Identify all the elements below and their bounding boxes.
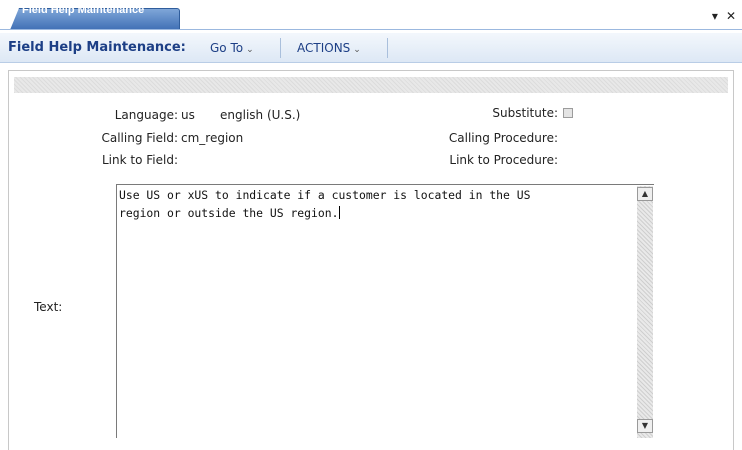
- text-cursor: [339, 206, 341, 219]
- substitute-label: Substitute:: [492, 106, 558, 120]
- panel-header-bar: [14, 77, 728, 93]
- help-text-content[interactable]: Use US or xUS to indicate if a customer …: [119, 186, 635, 222]
- goto-menu[interactable]: Go To ⌄: [210, 41, 254, 55]
- language-code: us: [181, 108, 195, 122]
- actions-menu[interactable]: ACTIONS ⌄: [297, 41, 361, 55]
- help-text-area[interactable]: [116, 184, 654, 438]
- chevron-down-icon[interactable]: ⌄: [246, 45, 254, 55]
- language-name: english (U.S.): [220, 108, 301, 122]
- calling-field-label: Calling Field:: [101, 131, 178, 145]
- calling-field-value: cm_region: [181, 131, 244, 145]
- calling-procedure-label: Calling Procedure:: [448, 131, 558, 145]
- toolbar-separator: [387, 38, 388, 58]
- goto-menu-label[interactable]: Go To: [210, 41, 243, 55]
- page-title: Field Help Maintenance:: [8, 40, 186, 55]
- toolbar-separator: [280, 38, 281, 58]
- vertical-scrollbar[interactable]: [637, 186, 653, 438]
- toolbar: Field Help Maintenance: Go To ⌄ ACTIONS ⌄: [0, 33, 742, 63]
- arrow-up-icon[interactable]: ▲: [637, 187, 653, 201]
- chevron-down-icon[interactable]: ⌄: [353, 45, 361, 55]
- actions-menu-label[interactable]: ACTIONS: [297, 41, 350, 55]
- link-to-field-label: Link to Field:: [102, 153, 178, 167]
- substitute-checkbox[interactable]: [563, 108, 573, 118]
- tab-underline: [0, 29, 742, 30]
- language-label: Language:: [114, 108, 178, 122]
- chevron-down-icon[interactable]: ▾: [712, 9, 718, 23]
- window-controls: ▾ ✕: [704, 9, 736, 23]
- tab-label[interactable]: Field Help Maintenance: [22, 4, 144, 16]
- link-to-procedure-label: Link to Procedure:: [449, 153, 558, 167]
- help-text-line-1[interactable]: Use US or xUS to indicate if a customer …: [119, 188, 530, 202]
- text-label: Text:: [34, 300, 63, 314]
- arrow-down-icon[interactable]: ▼: [637, 419, 653, 433]
- close-icon[interactable]: ✕: [726, 9, 736, 23]
- tab-strip: Field Help Maintenance ▾ ✕: [0, 0, 742, 30]
- help-text-line-2[interactable]: region or outside the US region.: [119, 206, 338, 220]
